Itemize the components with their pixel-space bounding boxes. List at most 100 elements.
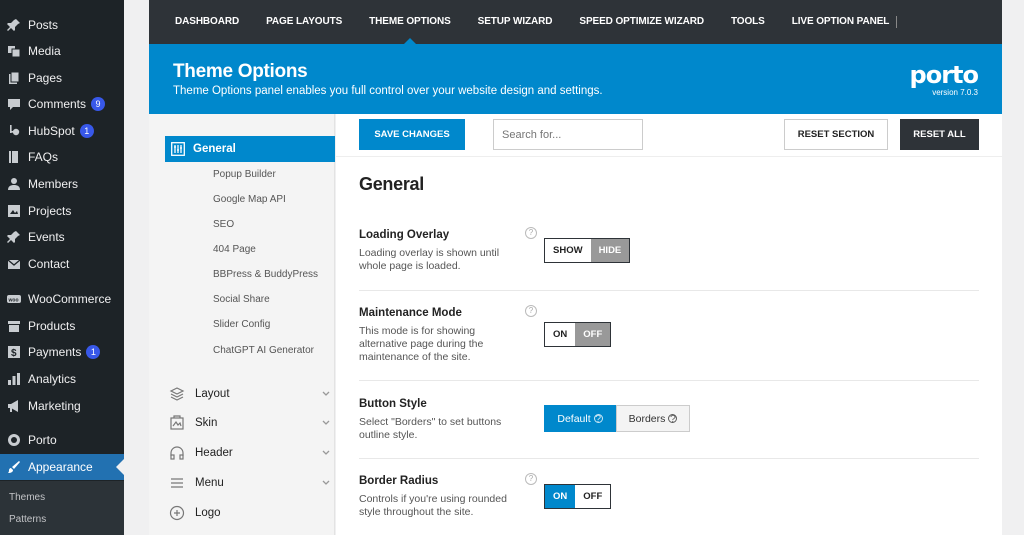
toggle-on-button[interactable]: ON — [545, 323, 576, 346]
chevron-down-icon — [321, 447, 331, 457]
divider — [359, 290, 979, 291]
tab-tools[interactable]: TOOLS — [731, 0, 765, 44]
tab-live-option-panel[interactable]: LIVE OPTION PANEL — [792, 0, 890, 44]
option-label: Button Style — [359, 398, 427, 410]
wp-submenu-patterns[interactable]: Patterns — [9, 514, 46, 525]
chevron-down-icon — [321, 477, 331, 487]
wp-menu-payments[interactable]: $ Payments 1 — [0, 339, 124, 365]
wp-menu-contact[interactable]: Contact — [0, 251, 124, 277]
section-logo[interactable]: Logo — [169, 503, 331, 523]
wp-menu-woocommerce[interactable]: woo WooCommerce — [0, 286, 124, 312]
wp-menu-label: Analytics — [28, 372, 77, 386]
subsection-seo[interactable]: SEO — [213, 219, 234, 230]
wp-menu-label: Posts — [28, 18, 59, 32]
section-layout[interactable]: Layout — [169, 384, 331, 404]
section-menu[interactable]: Menu — [169, 473, 331, 493]
tab-theme-options[interactable]: THEME OPTIONS — [369, 0, 451, 44]
toggle-hide-button[interactable]: HIDE — [590, 239, 630, 262]
wp-menu-label: Media — [28, 44, 61, 58]
wp-menu-members[interactable]: Members — [0, 171, 124, 197]
wp-menu-appearance[interactable]: Appearance — [0, 454, 124, 480]
section-label: Menu — [195, 477, 224, 489]
option-description: This mode is for showing alternative pag… — [359, 325, 484, 363]
page-subtitle: Theme Options panel enables you full con… — [173, 85, 603, 97]
wp-menu-label: Porto — [28, 433, 57, 447]
tab-speed-optimize-wizard[interactable]: SPEED OPTIMIZE WIZARD — [579, 0, 704, 44]
wp-menu-projects[interactable]: Projects — [0, 198, 124, 224]
wp-menu-marketing[interactable]: Marketing — [0, 393, 124, 419]
subsection-bbpress-buddypress[interactable]: BBPress & BuddyPress — [213, 269, 318, 280]
subsection-social-share[interactable]: Social Share — [213, 294, 270, 305]
archive-icon — [7, 319, 21, 333]
subsection-popup-builder[interactable]: Popup Builder — [213, 169, 276, 180]
section-header[interactable]: Header — [169, 443, 331, 463]
button-style-borders[interactable]: Borders? — [616, 405, 690, 432]
subsection-404-page[interactable]: 404 Page — [213, 244, 256, 255]
option-label: Border Radius — [359, 475, 439, 487]
wp-menu-porto[interactable]: Porto — [0, 427, 124, 453]
chevron-down-icon — [321, 417, 331, 427]
option-label: Loading Overlay — [359, 229, 450, 241]
wp-menu-label: Appearance — [28, 460, 93, 474]
help-icon: ? — [668, 412, 678, 425]
media-icon — [7, 44, 21, 58]
wp-menu-comments[interactable]: Comments 9 — [0, 91, 124, 117]
user-icon — [7, 177, 21, 191]
comment-icon — [7, 97, 21, 111]
wp-menu-events[interactable]: Events — [0, 224, 124, 250]
page-title: Theme Options — [173, 61, 308, 82]
wp-menu-media[interactable]: Media — [0, 38, 124, 64]
book-icon — [7, 150, 21, 164]
wp-menu-products[interactable]: Products — [0, 313, 124, 339]
toggle-on-button[interactable]: ON — [545, 485, 576, 508]
toggle-show-button[interactable]: SHOW — [545, 239, 591, 262]
porto-logo: porto — [909, 61, 979, 89]
skin-icon — [169, 415, 185, 431]
wp-menu-posts[interactable]: Posts — [0, 12, 124, 38]
toggle-off-button[interactable]: OFF — [575, 323, 611, 346]
wp-menu-label: Payments — [28, 345, 82, 359]
reset-all-button[interactable]: RESET ALL — [900, 119, 979, 150]
version-label: version 7.0.3 — [932, 88, 978, 97]
wp-menu-faqs[interactable]: FAQs — [0, 144, 124, 170]
tab-setup-wizard[interactable]: SETUP WIZARD — [478, 0, 553, 44]
section-general[interactable]: General — [165, 136, 335, 162]
wp-menu-hubspot[interactable]: HubSpot 1 — [0, 118, 124, 144]
help-icon[interactable]: ? — [525, 227, 537, 239]
tab-dashboard[interactable]: DASHBOARD — [175, 0, 239, 44]
subsection-slider-config[interactable]: Slider Config — [213, 319, 270, 330]
wp-menu-label: Pages — [28, 71, 63, 85]
search-input[interactable] — [493, 119, 643, 150]
choice-label: Borders — [628, 412, 666, 425]
section-label: General — [193, 143, 236, 155]
wp-menu-label: HubSpot — [28, 124, 75, 138]
maintenance-mode-toggle: ON OFF — [544, 322, 612, 347]
wp-menu-label: FAQs — [28, 150, 59, 164]
notification-badge: 1 — [79, 124, 94, 138]
section-skin[interactable]: Skin — [169, 413, 331, 433]
wp-menu-analytics[interactable]: Analytics — [0, 366, 124, 392]
toggle-off-button[interactable]: OFF — [575, 485, 611, 508]
tab-page-layouts[interactable]: PAGE LAYOUTS — [266, 0, 342, 44]
svg-text:woo: woo — [8, 297, 19, 303]
section-label: Skin — [195, 417, 218, 429]
divider — [359, 380, 979, 381]
section-label: Layout — [195, 388, 230, 400]
layers-icon — [169, 386, 185, 402]
subsection-google-map-api[interactable]: Google Map API — [213, 194, 286, 205]
wp-menu-label: Contact — [28, 257, 70, 271]
section-label: Logo — [195, 507, 221, 519]
subsection-chatgpt-ai-generator[interactable]: ChatGPT AI Generator — [213, 345, 314, 356]
reset-section-button[interactable]: RESET SECTION — [784, 119, 888, 150]
save-changes-button[interactable]: SAVE CHANGES — [359, 119, 465, 150]
button-style-default[interactable]: Default? — [544, 405, 616, 432]
help-icon[interactable]: ? — [525, 305, 537, 317]
headphones-icon — [169, 445, 185, 461]
pin-icon — [7, 18, 21, 32]
wp-submenu-themes[interactable]: Themes — [9, 492, 45, 503]
help-icon[interactable]: ? — [525, 473, 537, 485]
wp-menu-pages[interactable]: Pages — [0, 65, 124, 91]
circle-icon — [7, 433, 21, 447]
notification-badge: 1 — [86, 345, 101, 359]
hubspot-icon — [7, 124, 21, 138]
